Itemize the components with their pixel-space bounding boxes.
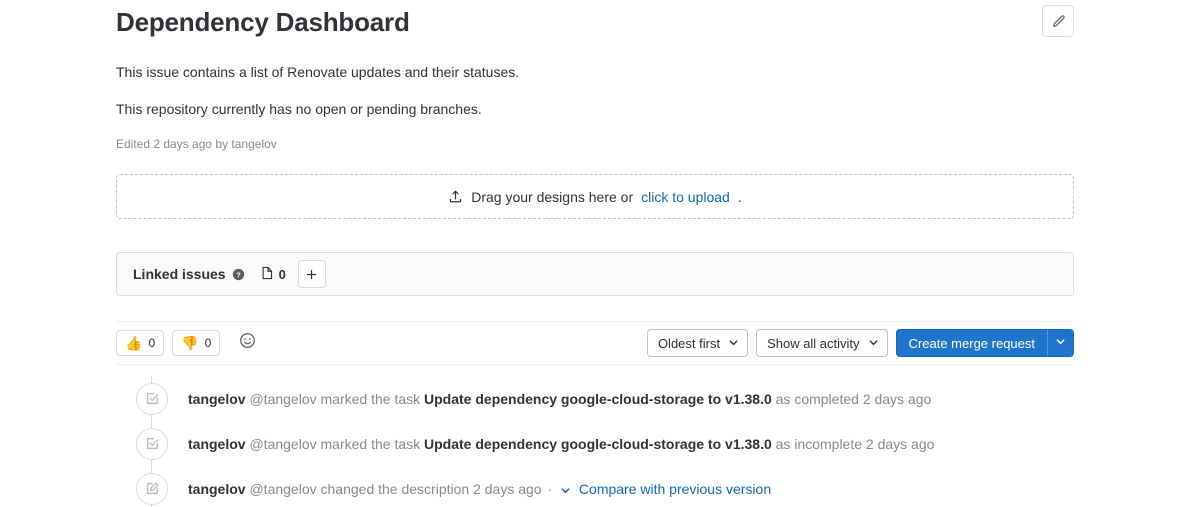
- activity-task-name: Update dependency google-cloud-storage t…: [424, 390, 772, 407]
- page-title: Dependency Dashboard: [116, 7, 410, 37]
- create-merge-request-button[interactable]: Create merge request: [895, 329, 1048, 357]
- activity-action: marked the task: [320, 435, 421, 452]
- linked-issues-count: 0: [261, 266, 286, 283]
- activity-text: tangelov @tangelov changed the descripti…: [188, 479, 771, 499]
- svg-text:?: ?: [236, 270, 241, 279]
- thumbs-up-count: 0: [148, 336, 156, 350]
- activity-status: as incomplete: [775, 435, 863, 452]
- thumbs-up-button[interactable]: 👍 0: [116, 330, 165, 356]
- activity-handle[interactable]: @tangelov: [249, 481, 316, 497]
- activity-text: tangelov @tangelov marked the task Updat…: [188, 434, 934, 454]
- pencil-square-icon: [136, 472, 168, 505]
- activity-item: tangelov @tangelov marked the task Updat…: [116, 376, 1074, 421]
- activity-item: tangelov @tangelov marked the task Updat…: [116, 421, 1074, 466]
- activity-item: tangelov @tangelov changed the descripti…: [116, 466, 1074, 507]
- add-reaction-button[interactable]: [235, 331, 259, 355]
- question-circle-icon[interactable]: ?: [232, 268, 245, 281]
- activity-controls: Oldest first Show all activity Create me…: [646, 329, 1074, 357]
- activity-separator: ·: [547, 480, 553, 497]
- pencil-icon: [1051, 14, 1066, 29]
- activity-toolbar: 👍 0 👎 0 Oldest first Show all activity C…: [116, 322, 1074, 364]
- activity-filter-label: Show all activity: [767, 335, 860, 351]
- description-paragraph-2: This repository currently has no open or…: [116, 101, 482, 117]
- dropzone-period: .: [737, 188, 742, 205]
- linked-issues-title: Linked issues: [133, 266, 226, 282]
- thumbs-down-icon: 👎: [181, 335, 199, 351]
- activity-status: as completed: [775, 390, 859, 407]
- activity-task-name: Update dependency google-cloud-storage t…: [424, 435, 772, 452]
- upload-icon: [448, 189, 463, 204]
- linked-issues-count-value: 0: [278, 266, 286, 282]
- thumbs-up-icon: 👍: [125, 335, 143, 351]
- activity-action: changed the description: [320, 480, 470, 497]
- task-done-icon: [136, 427, 168, 460]
- chevron-down-icon[interactable]: [560, 485, 571, 496]
- sort-order-label: Oldest first: [657, 335, 721, 351]
- dropzone-text: Drag your designs here or: [471, 188, 634, 205]
- activity-author[interactable]: tangelov: [188, 436, 246, 452]
- task-done-icon: [136, 382, 168, 415]
- issue-header: Dependency Dashboard: [116, 0, 1074, 44]
- activity-timestamp[interactable]: 2 days ago: [866, 436, 935, 452]
- activity-text: tangelov @tangelov marked the task Updat…: [188, 389, 931, 409]
- edited-note: Edited 2 days ago by tangelov: [116, 137, 277, 151]
- add-linked-issue-button[interactable]: [297, 260, 326, 288]
- activity-author[interactable]: tangelov: [188, 391, 246, 407]
- design-dropzone[interactable]: Drag your designs here or click to uploa…: [116, 174, 1074, 219]
- linked-issues-panel: Linked issues ? 0: [116, 252, 1074, 296]
- reactions-group: 👍 0 👎 0: [116, 330, 259, 356]
- thumbs-down-button[interactable]: 👎 0: [172, 330, 221, 356]
- chevron-down-icon: [868, 336, 879, 351]
- issue-icon: [261, 266, 274, 283]
- activity-author[interactable]: tangelov: [188, 481, 246, 497]
- activity-feed: tangelov @tangelov marked the task Updat…: [116, 376, 1074, 507]
- click-to-upload-link[interactable]: click to upload: [641, 189, 730, 205]
- thumbs-down-count: 0: [204, 336, 212, 350]
- chevron-down-icon: [728, 336, 739, 351]
- activity-timestamp[interactable]: 2 days ago: [473, 481, 542, 497]
- sort-order-dropdown[interactable]: Oldest first: [646, 329, 749, 357]
- activity-handle[interactable]: @tangelov: [249, 391, 316, 407]
- smiley-icon: [239, 332, 256, 354]
- toolbar-divider-bottom: [116, 364, 1074, 365]
- issue-detail-page: Dependency Dashboard This issue contains…: [0, 0, 1187, 507]
- activity-timestamp[interactable]: 2 days ago: [863, 391, 932, 407]
- activity-handle[interactable]: @tangelov: [249, 436, 316, 452]
- edit-issue-button[interactable]: [1042, 5, 1074, 37]
- activity-action: marked the task: [320, 390, 421, 407]
- create-merge-request-group: Create merge request: [895, 329, 1074, 357]
- chevron-down-icon: [1055, 334, 1066, 352]
- activity-filter-dropdown[interactable]: Show all activity: [756, 329, 888, 357]
- compare-with-previous-version-link[interactable]: Compare with previous version: [579, 481, 771, 497]
- description-paragraph-1: This issue contains a list of Renovate u…: [116, 64, 520, 80]
- create-merge-request-dropdown-toggle[interactable]: [1048, 329, 1074, 357]
